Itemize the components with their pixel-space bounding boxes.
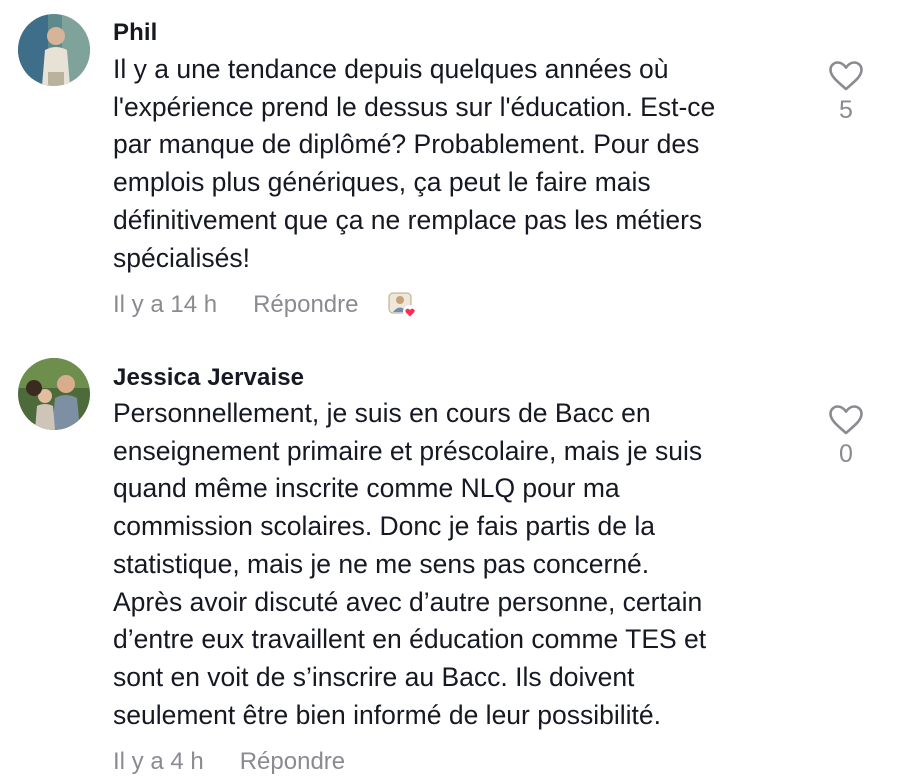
like-count: 5 [839,96,853,124]
comment-meta: Il y a 4 h Répondre [113,748,345,776]
comment-timestamp: Il y a 14 h [113,291,218,318]
comment-username[interactable]: Jessica Jervaise [113,364,304,392]
heart-outline-icon[interactable] [828,404,864,436]
like-column: 0 [826,404,866,469]
heart-outline-icon[interactable] [828,60,864,92]
like-count: 0 [839,440,853,468]
comment-text: Il y a une tendance depuis quelques anné… [113,54,716,273]
comment-meta: Il y a 14 h Répondre [113,290,418,320]
reply-button[interactable]: Répondre [240,748,345,776]
comment-text: Personnellement, je suis en cours de Bac… [113,398,707,730]
reply-button[interactable]: Répondre [253,291,358,319]
avatar[interactable] [18,14,90,86]
creator-liked-badge-icon [388,290,418,320]
like-column: 5 [826,60,866,125]
comment-item: Phil Il y a une tendance depuis quelques… [0,0,904,340]
comment-username[interactable]: Phil [113,19,157,47]
comment-timestamp: Il y a 4 h [113,748,204,775]
comment-item: Jessica Jervaise Personnellement, je sui… [0,350,904,778]
avatar[interactable] [18,358,90,430]
